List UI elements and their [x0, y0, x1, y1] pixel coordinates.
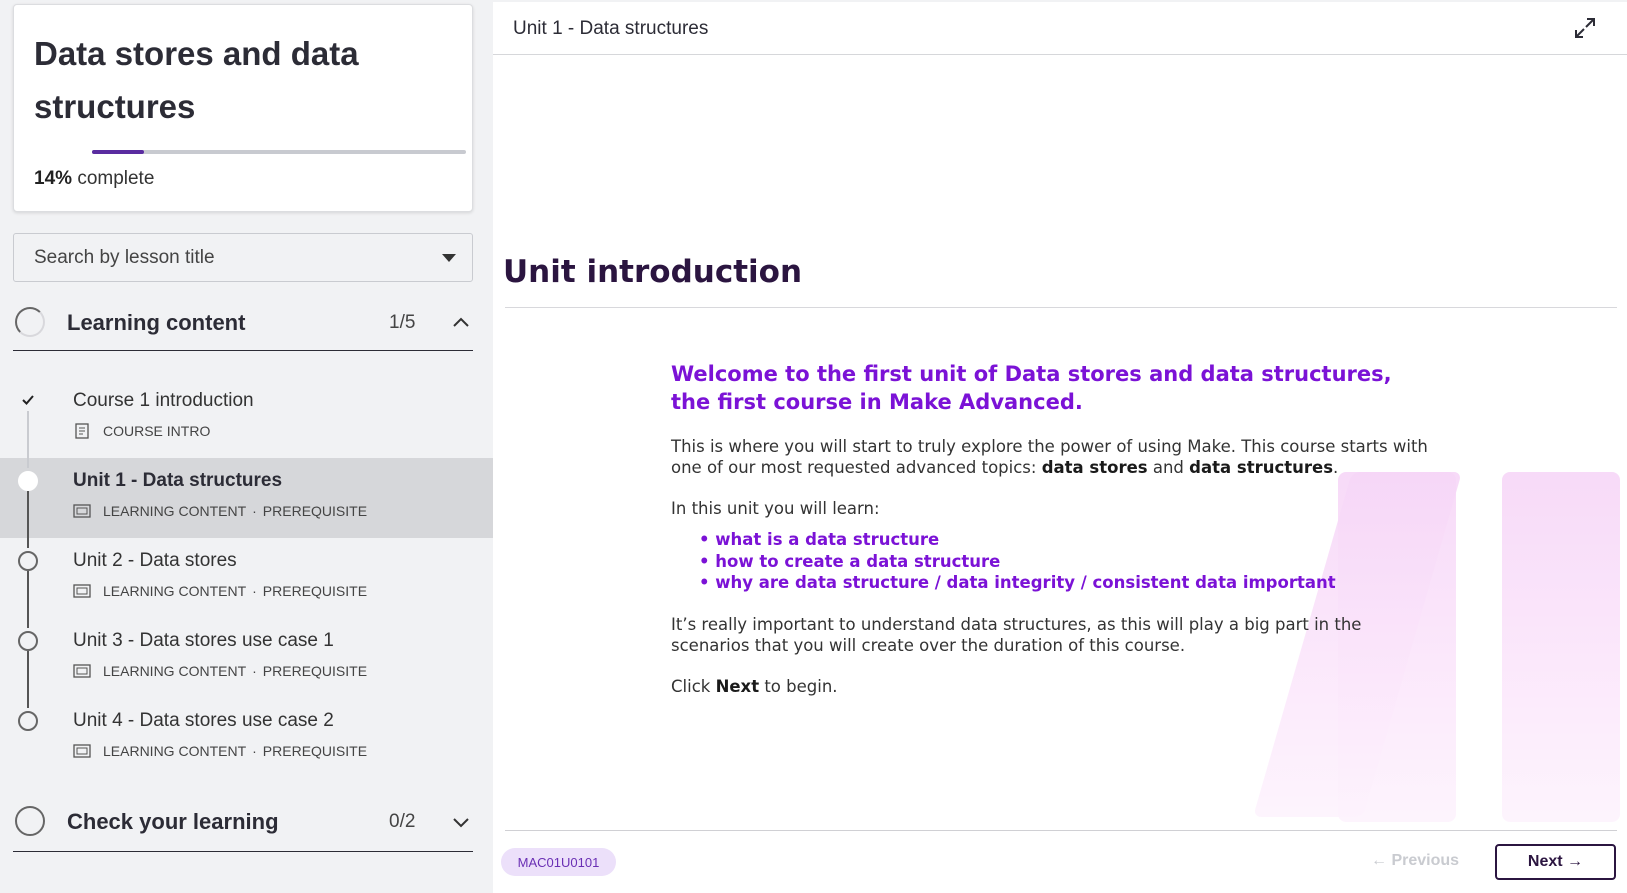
lesson-item-course-intro[interactable]: Course 1 introduction COURSE INTRO [0, 378, 493, 468]
click-next-instruction: Click Next to begin. [671, 676, 838, 696]
section-count: 0/2 [389, 811, 416, 832]
section-progress-ring-icon [15, 307, 45, 337]
lesson-viewer: Unit 1 - Data structures Unit introducti… [493, 2, 1627, 893]
list-item: what is a data structure [699, 529, 1431, 551]
lesson-prereq: PREREQUISITE [262, 583, 368, 599]
list-item: how to create a data structure [699, 551, 1431, 573]
lesson-sidebar: Data stores and data structures 14% comp… [0, 0, 493, 893]
breadcrumb: Unit 1 - Data structures [513, 18, 709, 39]
arrow-right-icon: → [1562, 853, 1584, 870]
progress-text: 14% complete [34, 168, 154, 190]
arrow-left-icon: ← [1371, 852, 1392, 869]
lesson-meta: COURSE INTRO [73, 423, 210, 439]
slides-icon [73, 744, 91, 758]
status-dot-icon [18, 551, 38, 571]
divider [505, 830, 1617, 831]
dropdown-caret-icon [442, 254, 456, 262]
progress-bar-fill [92, 150, 145, 154]
slides-icon [73, 584, 91, 598]
learn-intro: In this unit you will learn: [671, 499, 880, 518]
lesson-meta: LEARNING CONTENT · PREREQUISITE [73, 583, 367, 599]
status-dot-icon [18, 711, 38, 731]
lesson-item-unit-3[interactable]: Unit 3 - Data stores use case 1 LEARNING… [0, 618, 493, 708]
lesson-code-badge: MAC01U0101 [501, 848, 616, 876]
lesson-list: Course 1 introduction COURSE INTRO Unit … [0, 378, 493, 778]
lesson-prereq: PREREQUISITE [262, 663, 368, 679]
lesson-type: LEARNING CONTENT [103, 583, 247, 599]
timeline-connector [27, 571, 29, 628]
lesson-type: LEARNING CONTENT [103, 663, 247, 679]
section-check-your-learning[interactable]: Check your learning 0/2 [13, 794, 473, 852]
importance-paragraph: It’s really important to understand data… [671, 614, 1362, 655]
timeline-connector [27, 411, 29, 468]
timeline-connector [27, 651, 29, 708]
search-placeholder: Search by lesson title [34, 247, 215, 268]
status-dot-icon [18, 631, 38, 651]
lesson-item-unit-2[interactable]: Unit 2 - Data stores LEARNING CONTENT · … [0, 538, 493, 628]
lesson-search-dropdown[interactable]: Search by lesson title [13, 233, 473, 282]
lesson-title: Unit 3 - Data stores use case 1 [73, 630, 334, 651]
progress-label: complete [77, 168, 155, 189]
chevron-down-icon[interactable] [451, 812, 471, 832]
course-card: Data stores and data structures 14% comp… [13, 4, 473, 212]
course-title: Data stores and data structures [34, 35, 359, 125]
check-icon [22, 395, 34, 405]
lesson-meta: LEARNING CONTENT · PREREQUISITE [73, 503, 367, 519]
section-learning-content[interactable]: Learning content 1/5 [13, 295, 473, 351]
next-button[interactable]: Next → [1495, 844, 1616, 880]
section-count: 1/5 [389, 312, 416, 333]
document-icon [75, 423, 89, 439]
slides-icon [73, 664, 91, 678]
timeline-connector [27, 491, 29, 548]
lesson-prereq: PREREQUISITE [262, 503, 368, 519]
decorative-stripe [1502, 472, 1620, 822]
lesson-body: Welcome to the first unit of Data stores… [671, 360, 1431, 697]
lesson-type: LEARNING CONTENT [103, 743, 247, 759]
progress-bar [92, 150, 466, 154]
previous-button[interactable]: ← Previous [1371, 852, 1459, 870]
lesson-title: Unit 2 - Data stores [73, 550, 237, 571]
chevron-up-icon[interactable] [451, 313, 471, 333]
status-dot-icon [18, 471, 38, 491]
lesson-title: Course 1 introduction [73, 390, 254, 411]
section-title: Learning content [67, 310, 246, 335]
lesson-item-unit-4[interactable]: Unit 4 - Data stores use case 2 LEARNING… [0, 698, 493, 778]
learning-objectives: what is a data structure how to create a… [671, 529, 1431, 594]
lesson-title: Unit 1 - Data structures [73, 470, 283, 491]
viewer-header: Unit 1 - Data structures [493, 2, 1627, 55]
lesson-item-unit-1[interactable]: Unit 1 - Data structures LEARNING CONTEN… [0, 458, 493, 548]
lead-heading: Welcome to the first unit of Data stores… [671, 362, 1392, 414]
section-title: Check your learning [67, 809, 279, 834]
list-item: why are data structure / data integrity … [699, 572, 1431, 594]
slides-icon [73, 504, 91, 518]
progress-value: 14% [34, 168, 73, 189]
section-progress-ring-icon [15, 806, 45, 836]
intro-paragraph: This is where you will start to truly ex… [671, 437, 1428, 477]
lesson-title: Unit 4 - Data stores use case 2 [73, 710, 334, 731]
lesson-meta: LEARNING CONTENT · PREREQUISITE [73, 663, 367, 679]
lesson-meta: LEARNING CONTENT · PREREQUISITE [73, 743, 367, 759]
expand-icon[interactable] [1573, 16, 1597, 40]
lesson-type: LEARNING CONTENT [103, 503, 247, 519]
page-title: Unit introduction [503, 254, 803, 290]
lesson-type: COURSE INTRO [103, 423, 211, 439]
lesson-prereq: PREREQUISITE [262, 743, 368, 759]
divider [505, 307, 1617, 308]
